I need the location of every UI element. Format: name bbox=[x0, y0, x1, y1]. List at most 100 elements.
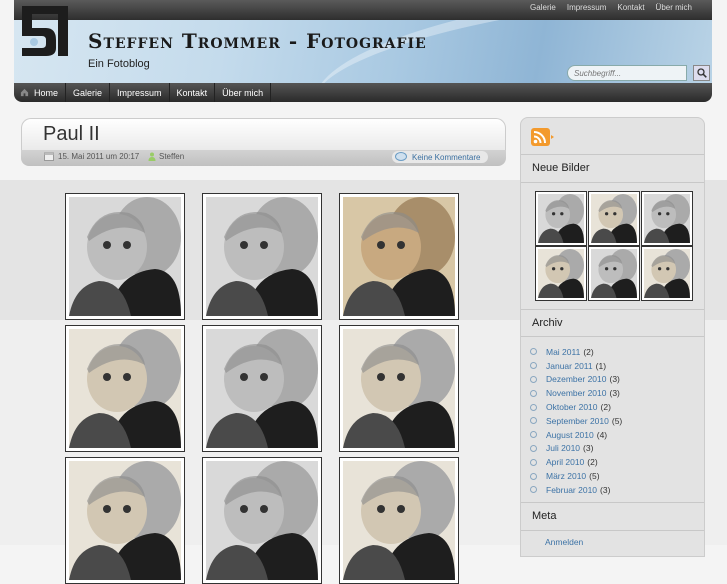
archive-count: (2) bbox=[600, 402, 611, 413]
archive-link[interactable]: November 2010 bbox=[546, 388, 606, 398]
archive-link[interactable]: August 2010 bbox=[546, 430, 594, 440]
archive-count: (4) bbox=[596, 429, 608, 440]
gallery-photo[interactable] bbox=[339, 325, 459, 452]
archive-link[interactable]: April 2010 bbox=[546, 457, 584, 467]
site-title[interactable]: Steffen Trommer - Fotografie bbox=[88, 29, 427, 53]
photo-image bbox=[69, 329, 181, 448]
post-comments[interactable]: Keine Kommentare bbox=[392, 151, 489, 163]
archive-link[interactable]: Oktober 2010 bbox=[546, 402, 598, 412]
new-image-thumb[interactable] bbox=[641, 246, 693, 301]
post-date-text: 15. Mai 2011 um 20:17 bbox=[58, 152, 140, 161]
bullet-icon bbox=[530, 375, 537, 383]
top-nav: Galerie Impressum Kontakt Über mich bbox=[530, 3, 692, 12]
photo-image bbox=[69, 197, 181, 316]
nav-kontakt[interactable]: Kontakt bbox=[170, 83, 216, 102]
post-comments-text: Keine Kommentare bbox=[412, 152, 481, 162]
post-author: Steffen bbox=[148, 152, 184, 161]
photo-image bbox=[69, 461, 181, 580]
archive-item: Oktober 2010 (2) bbox=[530, 400, 622, 414]
meta-link-anmelden[interactable]: Anmelden bbox=[545, 537, 583, 547]
archive-item: März 2010 (5) bbox=[530, 469, 622, 483]
post-title[interactable]: Paul II bbox=[43, 123, 100, 146]
top-nav-kontakt[interactable]: Kontakt bbox=[617, 3, 644, 12]
archive-item: August 2010 (4) bbox=[530, 428, 622, 442]
new-image-thumb[interactable] bbox=[535, 246, 587, 301]
gallery-photo[interactable] bbox=[65, 193, 185, 320]
divider bbox=[521, 502, 704, 503]
nav-home[interactable]: Home bbox=[14, 83, 67, 102]
archive-count: (2) bbox=[587, 457, 598, 468]
archive-link[interactable]: Mai 2011 bbox=[546, 347, 580, 357]
bullet-icon bbox=[530, 348, 537, 356]
divider bbox=[521, 530, 704, 531]
bullet-icon bbox=[530, 417, 537, 425]
search-input[interactable] bbox=[567, 65, 687, 81]
comment-icon bbox=[395, 152, 407, 161]
gallery-photo[interactable] bbox=[202, 325, 322, 452]
photo-image bbox=[206, 461, 318, 580]
new-image-thumb[interactable] bbox=[588, 191, 640, 246]
new-image-photo bbox=[591, 194, 637, 243]
post-date: 15. Mai 2011 um 20:17 bbox=[44, 152, 139, 161]
gallery-photo[interactable] bbox=[339, 457, 459, 584]
archive-count: (3) bbox=[600, 484, 611, 495]
archive-link[interactable]: September 2010 bbox=[546, 416, 609, 426]
nav-home-label: Home bbox=[34, 87, 59, 98]
site-logo[interactable] bbox=[20, 4, 72, 58]
archive-item: November 2010 (3) bbox=[530, 386, 622, 400]
divider bbox=[521, 154, 704, 155]
new-image-photo bbox=[644, 249, 690, 298]
bullet-icon bbox=[530, 362, 537, 370]
archive-list: Mai 2011 (2) Januar 2011 (1) Dezember 2010 (3… bbox=[530, 345, 622, 497]
new-image-thumb[interactable] bbox=[588, 246, 640, 301]
new-images-grid bbox=[535, 191, 693, 303]
archive-link[interactable]: Januar 2011 bbox=[546, 361, 593, 371]
gallery-photo[interactable] bbox=[339, 193, 459, 320]
archive-link[interactable]: März 2010 bbox=[546, 471, 586, 481]
photo-image bbox=[343, 461, 455, 580]
archive-link[interactable]: Februar 2010 bbox=[546, 485, 597, 495]
top-nav-impressum[interactable]: Impressum bbox=[567, 3, 607, 12]
search-box bbox=[567, 65, 712, 83]
archive-count: (3) bbox=[609, 388, 620, 399]
gallery-photo[interactable] bbox=[65, 457, 185, 584]
user-icon bbox=[148, 152, 156, 161]
nav-ueber-mich[interactable]: Über mich bbox=[215, 83, 272, 102]
divider bbox=[521, 336, 704, 337]
main-nav: Home Galerie Impressum Kontakt Über mich bbox=[14, 83, 712, 102]
bullet-icon bbox=[530, 431, 537, 439]
new-images-heading: Neue Bilder bbox=[532, 162, 590, 174]
gallery-photo[interactable] bbox=[202, 457, 322, 584]
bullet-icon bbox=[530, 444, 537, 452]
photo-image bbox=[206, 329, 318, 448]
divider bbox=[521, 182, 704, 183]
archive-item: Februar 2010 (3) bbox=[530, 483, 622, 497]
top-nav-galerie[interactable]: Galerie bbox=[530, 3, 556, 12]
rss-icon[interactable] bbox=[531, 128, 555, 146]
archive-item: April 2010 (2) bbox=[530, 455, 622, 469]
top-nav-ueber-mich[interactable]: Über mich bbox=[656, 3, 692, 12]
search-icon bbox=[696, 68, 707, 78]
new-image-thumb[interactable] bbox=[535, 191, 587, 246]
archive-link[interactable]: Dezember 2010 bbox=[546, 374, 606, 384]
post-author-text[interactable]: Steffen bbox=[159, 152, 184, 161]
archive-count: (5) bbox=[589, 471, 600, 482]
calendar-icon bbox=[44, 152, 54, 161]
nav-impressum[interactable]: Impressum bbox=[110, 83, 170, 102]
archive-item: Januar 2011 (1) bbox=[530, 359, 622, 373]
bullet-icon bbox=[530, 458, 537, 466]
photo-image bbox=[343, 197, 455, 316]
bullet-icon bbox=[530, 403, 537, 411]
meta-heading: Meta bbox=[532, 510, 557, 522]
site-subtitle: Ein Fotoblog bbox=[88, 58, 150, 70]
new-image-thumb[interactable] bbox=[641, 191, 693, 246]
search-button[interactable] bbox=[693, 65, 710, 81]
archive-item: Juli 2010 (3) bbox=[530, 442, 622, 456]
gallery-photo[interactable] bbox=[202, 193, 322, 320]
archive-item: September 2010 (5) bbox=[530, 414, 622, 428]
gallery-photo[interactable] bbox=[65, 325, 185, 452]
archive-link[interactable]: Juli 2010 bbox=[546, 443, 580, 453]
photo-image bbox=[206, 197, 318, 316]
nav-galerie[interactable]: Galerie bbox=[66, 83, 111, 102]
new-image-photo bbox=[591, 249, 637, 298]
